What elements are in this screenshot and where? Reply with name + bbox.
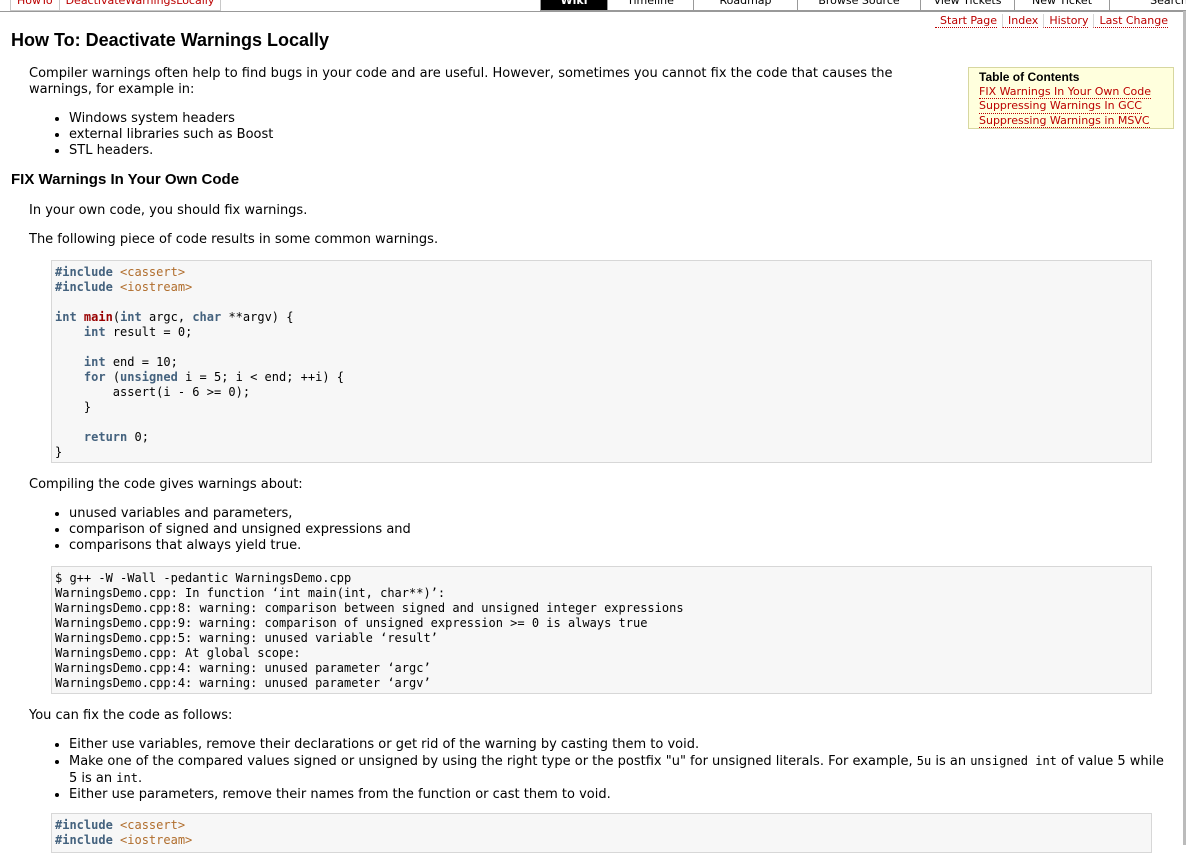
- paragraph: The following piece of code results in s…: [29, 232, 439, 247]
- code-block-fixed: #include <cassert> #include <iostream>: [51, 813, 1152, 853]
- fix-list: Either use variables, remove their decla…: [51, 737, 1175, 803]
- start-page-link[interactable]: Start Page: [935, 14, 998, 28]
- main-navigation: Wiki Timeline Roadmap Browse Source View…: [540, 0, 1186, 11]
- list-item: comparisons that always yield true.: [69, 538, 411, 554]
- top-navigation-bar: HowTo DeactivateWarningsLocally Wiki Tim…: [0, 0, 1186, 11]
- list-item: Windows system headers: [69, 111, 273, 127]
- nav-tab-wiki[interactable]: Wiki: [541, 0, 607, 10]
- paragraph: You can fix the code as follows:: [29, 708, 233, 723]
- toc-item-suppress-gcc[interactable]: Suppressing Warnings In GCC: [979, 99, 1142, 114]
- list-item: Make one of the compared values signed o…: [69, 753, 1175, 787]
- paragraph: Compiling the code gives warnings about:: [29, 477, 303, 492]
- nav-tab-timeline[interactable]: Timeline: [607, 0, 693, 10]
- list-item: Either use parameters, remove their name…: [69, 787, 1175, 803]
- list-item: unused variables and parameters,: [69, 506, 411, 522]
- index-link[interactable]: Index: [1002, 14, 1039, 28]
- list-item: STL headers.: [69, 143, 273, 159]
- output-line: WarningsDemo.cpp: In function ‘int main(…: [55, 586, 446, 600]
- context-navigation: Start Page Index History Last Change: [930, 14, 1168, 28]
- section-heading-fix-warnings: FIX Warnings In Your Own Code: [11, 171, 240, 188]
- intro-list: Windows system headers external librarie…: [51, 111, 273, 159]
- list-item: external libraries such as Boost: [69, 127, 273, 143]
- list-item: comparison of signed and unsigned expres…: [69, 522, 411, 538]
- list-item: Either use variables, remove their decla…: [69, 737, 1175, 753]
- breadcrumb-item-howto[interactable]: HowTo: [11, 0, 60, 10]
- nav-tab-search[interactable]: Search: [1109, 0, 1186, 10]
- toc-item-suppress-msvc[interactable]: Suppressing Warnings in MSVC: [979, 114, 1150, 128]
- paragraph: In your own code, you should fix warning…: [29, 203, 308, 218]
- header-divider: [0, 11, 1186, 12]
- nav-tab-view-tickets[interactable]: View Tickets: [920, 0, 1014, 10]
- toc-item-fix-warnings[interactable]: FIX Warnings In Your Own Code: [979, 85, 1152, 99]
- warning-list: unused variables and parameters, compari…: [51, 506, 411, 554]
- compiler-output-block: $ g++ -W -Wall -pedantic WarningsDemo.cp…: [51, 566, 1152, 694]
- output-line: WarningsDemo.cpp:4: warning: unused para…: [55, 661, 431, 675]
- output-line: WarningsDemo.cpp:9: warning: comparison …: [55, 616, 648, 630]
- last-change-link[interactable]: Last Change: [1093, 14, 1168, 28]
- breadcrumb: HowTo DeactivateWarningsLocally: [10, 0, 222, 11]
- nav-tab-browse-source[interactable]: Browse Source: [797, 0, 920, 10]
- code-block-warnings-demo: #include <cassert> #include <iostream> i…: [51, 260, 1152, 463]
- output-line: $ g++ -W -Wall -pedantic WarningsDemo.cp…: [55, 571, 352, 585]
- intro-paragraph: Compiler warnings often help to find bug…: [29, 66, 893, 97]
- toc-title: Table of Contents: [979, 70, 1080, 84]
- history-link[interactable]: History: [1043, 14, 1089, 28]
- page-title: How To: Deactivate Warnings Locally: [11, 30, 330, 50]
- output-line: WarningsDemo.cpp:8: warning: comparison …: [55, 601, 684, 615]
- table-of-contents: Table of Contents FIX Warnings In Your O…: [968, 67, 1174, 129]
- output-line: WarningsDemo.cpp: At global scope:: [55, 646, 301, 660]
- output-line: WarningsDemo.cpp:4: warning: unused para…: [55, 676, 431, 690]
- nav-tab-roadmap[interactable]: Roadmap: [693, 0, 797, 10]
- output-line: WarningsDemo.cpp:5: warning: unused vari…: [55, 631, 438, 645]
- nav-tab-new-ticket[interactable]: New Ticket: [1014, 0, 1109, 10]
- breadcrumb-item-page[interactable]: DeactivateWarningsLocally: [60, 0, 221, 10]
